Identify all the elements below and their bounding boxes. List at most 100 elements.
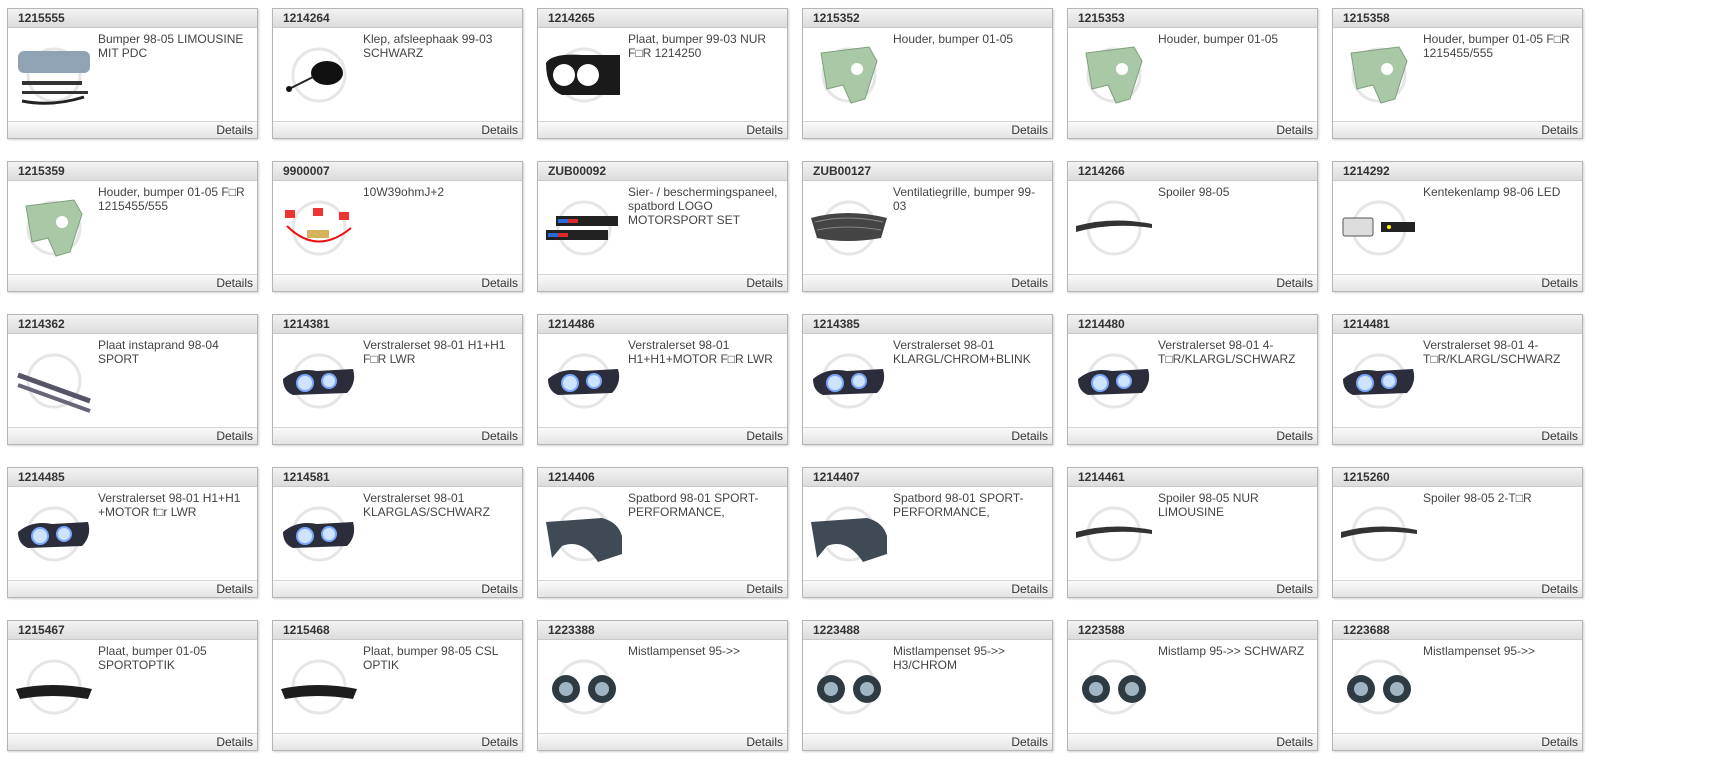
product-code: 1214486 (538, 315, 787, 334)
details-link[interactable]: Details (481, 735, 518, 749)
diffuser-icon[interactable] (12, 645, 96, 729)
headlight-icon[interactable] (277, 339, 361, 423)
product-description: Bumper 98-05 LIMOUSINE MIT PDC (98, 32, 244, 60)
fog-lamp-icon[interactable] (542, 645, 626, 729)
grille-icon[interactable] (807, 186, 891, 270)
headlight-icon[interactable] (807, 339, 891, 423)
details-link[interactable]: Details (216, 429, 253, 443)
details-link[interactable]: Details (1276, 276, 1313, 290)
product-card: 1214481 Verstralerset 98-01 4-T□R/KLARGL/… (1332, 314, 1583, 445)
product-code: 1214385 (803, 315, 1052, 334)
card-footer: Details (273, 733, 522, 750)
product-description: Verstralerset 98-01 4-T□R/KLARGL/SCHWARZ (1158, 338, 1296, 366)
details-link[interactable]: Details (1276, 429, 1313, 443)
product-code: 1214362 (8, 315, 257, 334)
fender-icon[interactable] (807, 492, 891, 576)
product-description: Houder, bumper 01-05 (1158, 32, 1279, 46)
card-footer: Details (8, 427, 257, 444)
card-footer: Details (8, 580, 257, 597)
badge-icon[interactable] (542, 186, 626, 270)
headlight-icon[interactable] (542, 339, 626, 423)
product-code: 1214264 (273, 9, 522, 28)
details-link[interactable]: Details (481, 123, 518, 137)
headlight-icon[interactable] (1072, 339, 1156, 423)
product-description: Verstralerset 98-01 H1+H1 +MOTOR f□r LWR (98, 491, 241, 519)
bumper-plate-icon[interactable] (542, 33, 626, 117)
details-link[interactable]: Details (1011, 123, 1048, 137)
tow-hook-cover-icon[interactable] (277, 33, 361, 117)
product-description: Houder, bumper 01-05 F□R 1215455/555 (98, 185, 245, 213)
details-link[interactable]: Details (481, 429, 518, 443)
product-description: Spoiler 98-05 (1158, 185, 1230, 199)
details-link[interactable]: Details (1276, 582, 1313, 596)
details-link[interactable]: Details (746, 123, 783, 137)
details-link[interactable]: Details (1011, 735, 1048, 749)
product-code: 9900007 (273, 162, 522, 181)
details-link[interactable]: Details (216, 123, 253, 137)
product-code: 1223588 (1068, 621, 1317, 640)
bracket-icon[interactable] (1337, 33, 1421, 117)
product-description: Spatbord 98-01 SPORT-PERFORMANCE, (893, 491, 1024, 519)
details-link[interactable]: Details (1541, 735, 1578, 749)
license-lamp-icon[interactable] (1337, 186, 1421, 270)
details-link[interactable]: Details (1541, 582, 1578, 596)
spoiler-icon[interactable] (1072, 186, 1156, 270)
resistor-icon[interactable] (277, 186, 361, 270)
product-card: 1214407 Spatbord 98-01 SPORT-PERFORMANCE,… (802, 467, 1053, 598)
details-link[interactable]: Details (746, 276, 783, 290)
sill-plate-icon[interactable] (12, 339, 96, 423)
details-link[interactable]: Details (1541, 123, 1578, 137)
details-link[interactable]: Details (216, 276, 253, 290)
headlight-icon[interactable] (12, 492, 96, 576)
product-description: Verstralerset 98-01 KLARGLAS/SCHWARZ (363, 491, 490, 519)
product-description: 10W39ohmJ+2 (363, 185, 445, 199)
bracket-icon[interactable] (807, 33, 891, 117)
details-link[interactable]: Details (746, 429, 783, 443)
details-link[interactable]: Details (1011, 582, 1048, 596)
details-link[interactable]: Details (1541, 276, 1578, 290)
details-link[interactable]: Details (746, 582, 783, 596)
details-link[interactable]: Details (216, 735, 253, 749)
details-link[interactable]: Details (1276, 735, 1313, 749)
fog-lamp-icon[interactable] (1072, 645, 1156, 729)
product-card: 1214486 Verstralerset 98-01 H1+H1+MOTOR F… (537, 314, 788, 445)
bracket-icon[interactable] (1072, 33, 1156, 117)
headlight-icon[interactable] (277, 492, 361, 576)
details-link[interactable]: Details (481, 276, 518, 290)
fog-lamp-icon[interactable] (807, 645, 891, 729)
details-link[interactable]: Details (746, 735, 783, 749)
details-link[interactable]: Details (216, 582, 253, 596)
product-code: 1215352 (803, 9, 1052, 28)
product-description: Mistlamp 95->> SCHWARZ (1158, 644, 1305, 658)
fog-lamp-icon[interactable] (1337, 645, 1421, 729)
product-description: Plaat instaprand 98-04 SPORT (98, 338, 219, 366)
details-link[interactable]: Details (481, 582, 518, 596)
product-card: 1214292 Kentekenlamp 98-06 LED Details (1332, 161, 1583, 292)
product-code: 1215353 (1068, 9, 1317, 28)
details-link[interactable]: Details (1541, 429, 1578, 443)
details-link[interactable]: Details (1011, 276, 1048, 290)
product-card: 9900007 10W39ohmJ+2 Details (272, 161, 523, 292)
product-card: 1223688 Mistlampenset 95->> Details (1332, 620, 1583, 751)
product-code: 1214406 (538, 468, 787, 487)
fender-icon[interactable] (542, 492, 626, 576)
product-code: 1214481 (1333, 315, 1582, 334)
bumper-icon[interactable] (12, 33, 96, 117)
bracket-icon[interactable] (12, 186, 96, 270)
details-link[interactable]: Details (1011, 429, 1048, 443)
product-card: 1215555 Bumper 98-05 LIMOUSINE MIT PDC Det… (7, 8, 258, 139)
product-card: 1223388 Mistlampenset 95->> Details (537, 620, 788, 751)
card-footer: Details (273, 427, 522, 444)
product-code: 1214381 (273, 315, 522, 334)
spoiler-icon[interactable] (1337, 492, 1421, 576)
product-description: Sier- / beschermingspaneel, spatbord LOG… (628, 185, 778, 227)
product-card: 1214480 Verstralerset 98-01 4-T□R/KLARGL/… (1067, 314, 1318, 445)
spoiler-icon[interactable] (1072, 492, 1156, 576)
card-footer: Details (1068, 733, 1317, 750)
details-link[interactable]: Details (1276, 123, 1313, 137)
product-code: 1223388 (538, 621, 787, 640)
diffuser-icon[interactable] (277, 645, 361, 729)
card-footer: Details (538, 121, 787, 138)
product-card: 1215260 Spoiler 98-05 2-T□R Details (1332, 467, 1583, 598)
headlight-icon[interactable] (1337, 339, 1421, 423)
